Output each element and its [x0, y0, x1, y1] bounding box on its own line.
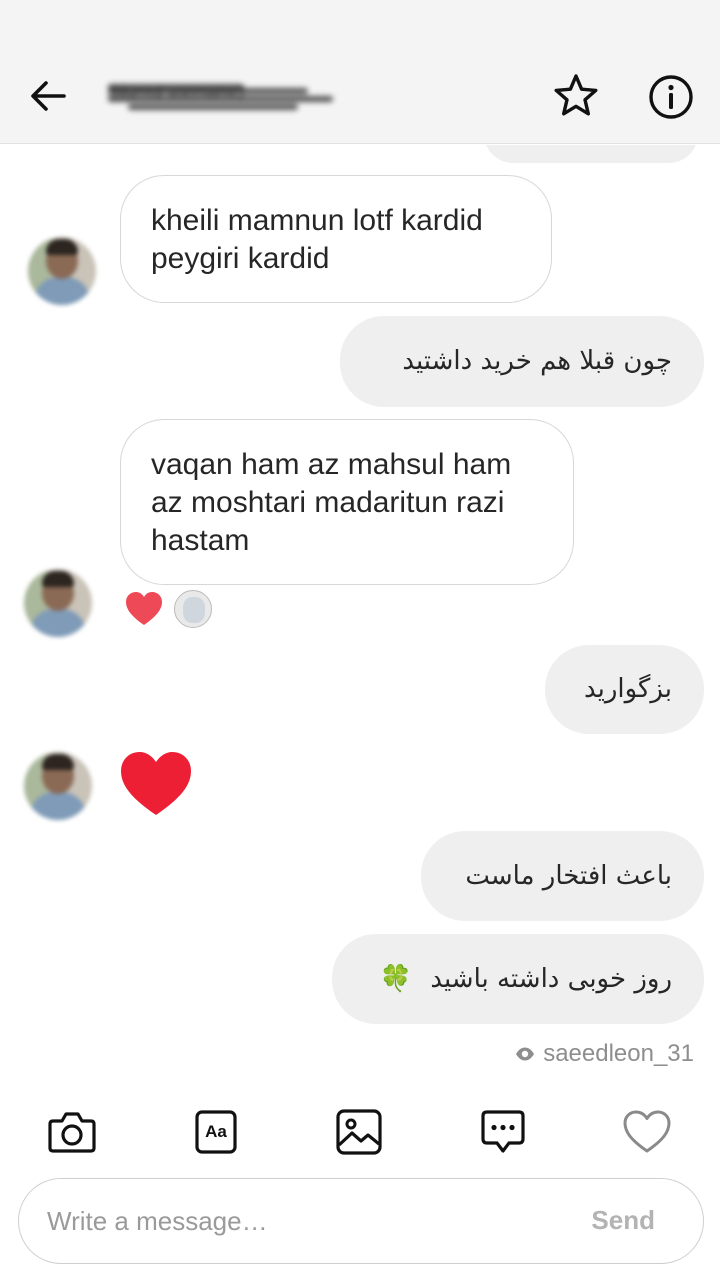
message-bubble-outgoing[interactable]: چون قبلا هم خرید داشتید	[340, 316, 704, 407]
message-line: hastam	[151, 524, 250, 557]
message-line: az moshtari madaritun razi	[151, 486, 505, 519]
status-bar-area	[0, 0, 720, 48]
message-line: vaqan ham az mahsul ham	[151, 448, 512, 481]
camera-button[interactable]	[47, 1108, 97, 1156]
message-options-button[interactable]	[478, 1108, 528, 1156]
heart-message-icon[interactable]	[118, 749, 194, 819]
avatar[interactable]	[24, 569, 92, 637]
star-icon	[554, 74, 598, 116]
message-bubble-outgoing[interactable]: روز خوبی داشته باشید 🍀	[332, 934, 704, 1024]
message-bubble-incoming[interactable]: kheili mamnun lotf kardid peygiri kardid	[120, 175, 552, 303]
reaction-avatar[interactable]	[174, 590, 212, 628]
message-line: peygiri kardid	[151, 242, 330, 275]
back-button[interactable]	[26, 74, 70, 118]
message-bubble-partial	[484, 145, 698, 163]
arrow-left-icon	[31, 81, 66, 111]
camera-icon	[48, 1112, 96, 1153]
star-button[interactable]	[552, 72, 600, 120]
thread-title[interactable]: (blurred username)	[108, 84, 338, 110]
gallery-icon	[336, 1109, 382, 1155]
message-list[interactable]: kheili mamnun lotf kardid peygiri kardid…	[0, 145, 720, 1080]
message-bubble-outgoing[interactable]: بزگوارید	[545, 645, 704, 734]
heart-icon	[623, 1110, 671, 1153]
avatar[interactable]	[28, 237, 96, 305]
message-options-icon	[481, 1110, 525, 1153]
text-style-button[interactable]: Aa	[191, 1108, 241, 1156]
text-style-label: Aa	[205, 1122, 227, 1141]
message-text: بزگوارید	[583, 674, 672, 704]
message-composer: Send	[18, 1178, 704, 1264]
send-button[interactable]: Send	[591, 1205, 655, 1236]
message-text: باعث افتخار ماست	[465, 861, 672, 891]
message-input[interactable]	[47, 1199, 547, 1243]
thread-header: (blurred username)	[0, 48, 720, 144]
seen-indicator: saeedleon_31	[515, 1040, 694, 1068]
reaction-heart-icon[interactable]	[124, 590, 164, 628]
message-text: روز خوبی داشته باشید	[430, 964, 672, 994]
info-button[interactable]	[648, 74, 694, 120]
seen-username: saeedleon_31	[543, 1040, 694, 1067]
gallery-button[interactable]	[334, 1108, 384, 1156]
message-bubble-incoming[interactable]: vaqan ham az mahsul ham az moshtari mada…	[120, 419, 574, 585]
composer-toolbar: Aa	[0, 1100, 720, 1164]
message-text: چون قبلا هم خرید داشتید	[402, 346, 672, 376]
avatar[interactable]	[24, 752, 92, 820]
message-bubble-outgoing[interactable]: باعث افتخار ماست	[421, 831, 704, 921]
eye-icon	[516, 1047, 535, 1061]
like-button[interactable]	[622, 1108, 672, 1156]
clover-emoji: 🍀	[379, 964, 413, 994]
message-line: kheili mamnun lotf kardid	[151, 204, 483, 237]
info-icon	[649, 75, 693, 119]
